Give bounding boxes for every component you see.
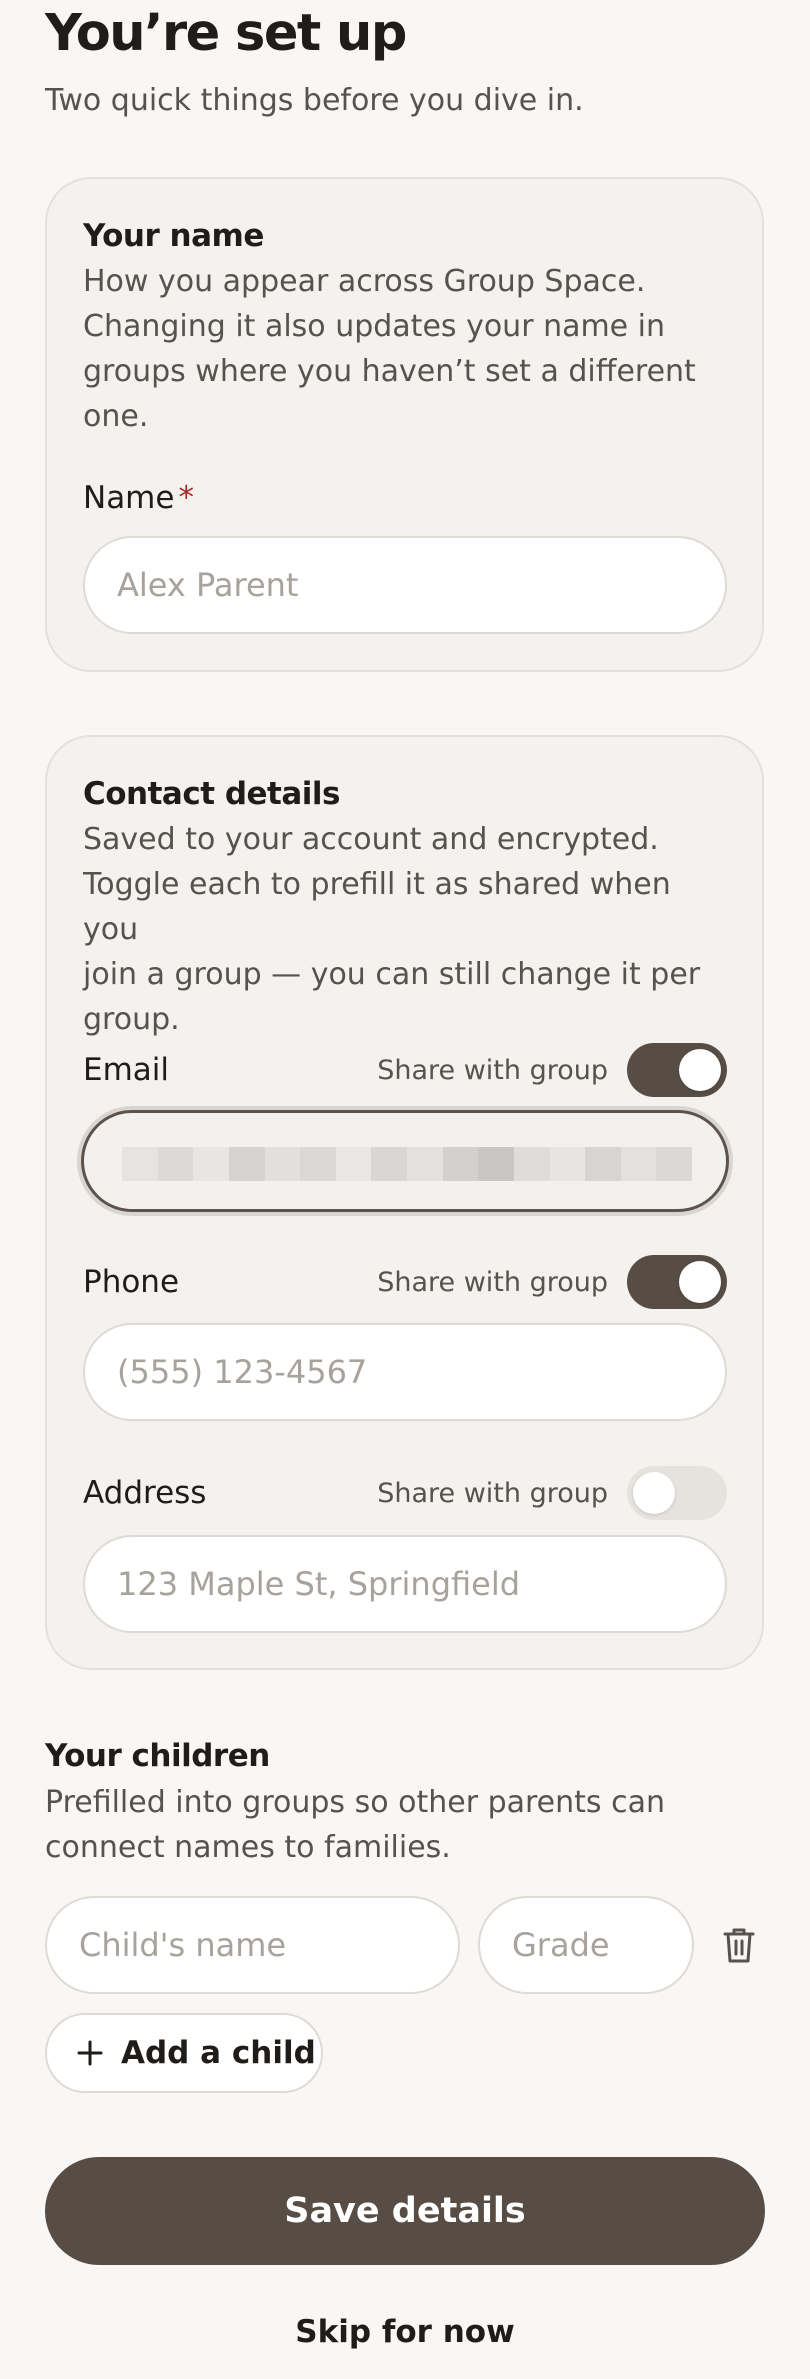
toggle-knob	[679, 1049, 721, 1091]
children-section-title: Your children	[45, 1738, 270, 1774]
required-mark: *	[178, 480, 194, 516]
children-section-description: Prefilled into groups so other parents c…	[45, 1785, 665, 1865]
toggle-knob	[633, 1472, 675, 1514]
child-grade-wrapper	[478, 1896, 694, 1994]
email-share-toggle[interactable]	[627, 1043, 727, 1097]
save-details-button[interactable]: Save details	[45, 2157, 765, 2265]
phone-share-toggle[interactable]	[627, 1255, 727, 1309]
email-input[interactable]	[81, 1110, 729, 1212]
name-section-description: How you appear across Group Space. Chang…	[83, 264, 696, 434]
phone-share-label: Share with group	[377, 1267, 608, 1298]
name-label-text: Name	[83, 480, 175, 516]
add-child-button[interactable]: Add a child	[45, 2013, 323, 2093]
child-name-wrapper	[45, 1896, 460, 1994]
add-child-label: Add a child	[121, 2035, 316, 2071]
setup-page: You’re set up Two quick things before yo…	[0, 0, 810, 2379]
plus-icon	[77, 2033, 103, 2073]
child-grade-input[interactable]	[478, 1896, 694, 1994]
address-share-label: Share with group	[377, 1478, 608, 1509]
address-input[interactable]	[83, 1535, 727, 1633]
email-field-label: Email	[83, 1052, 170, 1088]
contact-section-title: Contact details	[83, 776, 341, 812]
phone-field-label: Phone	[83, 1264, 180, 1300]
phone-input[interactable]	[83, 1323, 727, 1421]
page-title: You’re set up	[45, 4, 407, 63]
name-field-label: Name *	[83, 478, 194, 518]
skip-for-now-link[interactable]: Skip for now	[0, 2310, 810, 2354]
email-share-label: Share with group	[377, 1055, 608, 1086]
name-section-title: Your name	[83, 218, 264, 254]
child-name-input[interactable]	[45, 1896, 460, 1994]
address-field-label: Address	[83, 1475, 207, 1511]
trash-icon	[723, 1928, 755, 1963]
name-input[interactable]	[83, 536, 727, 634]
address-share-toggle[interactable]	[627, 1466, 727, 1520]
obscured-email-value	[122, 1147, 692, 1181]
page-subtitle: Two quick things before you dive in.	[45, 83, 584, 118]
toggle-knob	[679, 1261, 721, 1303]
remove-child-button[interactable]	[721, 1925, 757, 1965]
contact-section-description: Saved to your account and encrypted. Tog…	[83, 822, 701, 1037]
